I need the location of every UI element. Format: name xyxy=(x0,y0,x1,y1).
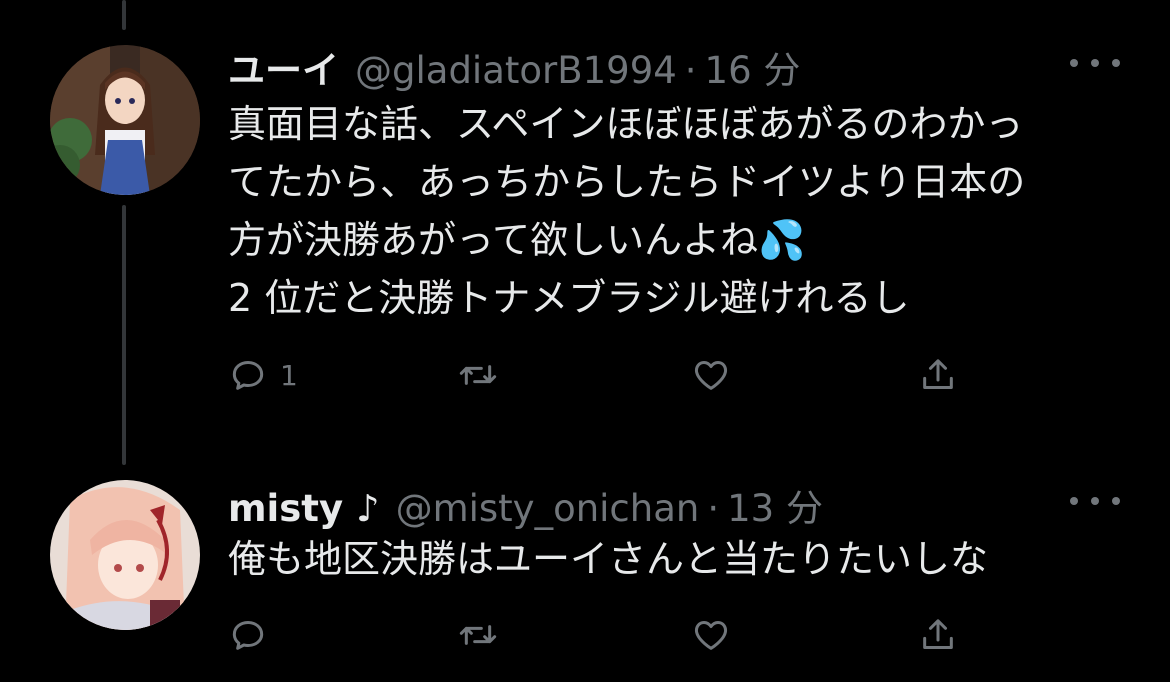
retweet-icon xyxy=(459,365,497,385)
separator-dot: · xyxy=(684,49,697,92)
timestamp[interactable]: 16 分 xyxy=(705,40,801,94)
tweet-header: ユーイ @gladiatorB1994 · 16 分 xyxy=(228,40,800,92)
like-button[interactable] xyxy=(690,610,744,660)
more-options-icon[interactable] xyxy=(1070,486,1120,516)
share-button[interactable] xyxy=(918,610,958,660)
retweet-button[interactable] xyxy=(456,610,512,660)
separator-dot: · xyxy=(707,487,720,530)
avatar[interactable] xyxy=(50,480,200,630)
share-button[interactable] xyxy=(918,350,958,400)
user-handle[interactable]: @gladiatorB1994 xyxy=(355,49,677,92)
reply-button[interactable] xyxy=(228,610,280,660)
retweet-icon xyxy=(459,625,497,645)
tweet-actions xyxy=(228,610,988,660)
tweet[interactable]: misty ♪ @misty_onichan · 13 分 俺も地区決勝はユーイ… xyxy=(0,470,1170,682)
heart-icon xyxy=(694,361,728,390)
like-button[interactable] xyxy=(690,350,744,400)
reply-icon xyxy=(232,621,264,650)
tweet-header: misty ♪ @misty_onichan · 13 分 xyxy=(228,478,823,530)
tweet[interactable]: ユーイ @gladiatorB1994 · 16 分 真面目な話、スペインほぼほ… xyxy=(0,0,1170,470)
timestamp[interactable]: 13 分 xyxy=(727,478,823,532)
retweet-button[interactable] xyxy=(456,350,512,400)
reply-button[interactable]: 1 xyxy=(228,350,298,400)
thread-line xyxy=(122,205,126,465)
share-icon xyxy=(923,359,953,389)
display-name[interactable]: misty ♪ xyxy=(228,487,380,530)
avatar[interactable] xyxy=(50,45,200,195)
tweet-actions: 1 xyxy=(228,350,988,400)
display-name[interactable]: ユーイ xyxy=(228,40,339,94)
reply-count: 1 xyxy=(280,358,298,392)
tweet-text: 俺も地区決勝はユーイさんと当たりたいしな xyxy=(228,537,989,581)
share-icon xyxy=(923,619,953,649)
tweet-text: 真面目な話、スペインほぼほぼあがるのわかっ てたから、あっちからしたらドイツより… xyxy=(228,102,1026,320)
more-options-icon[interactable] xyxy=(1070,48,1120,78)
heart-icon xyxy=(694,621,728,650)
user-handle[interactable]: @misty_onichan xyxy=(396,487,700,530)
reply-icon xyxy=(232,361,264,390)
